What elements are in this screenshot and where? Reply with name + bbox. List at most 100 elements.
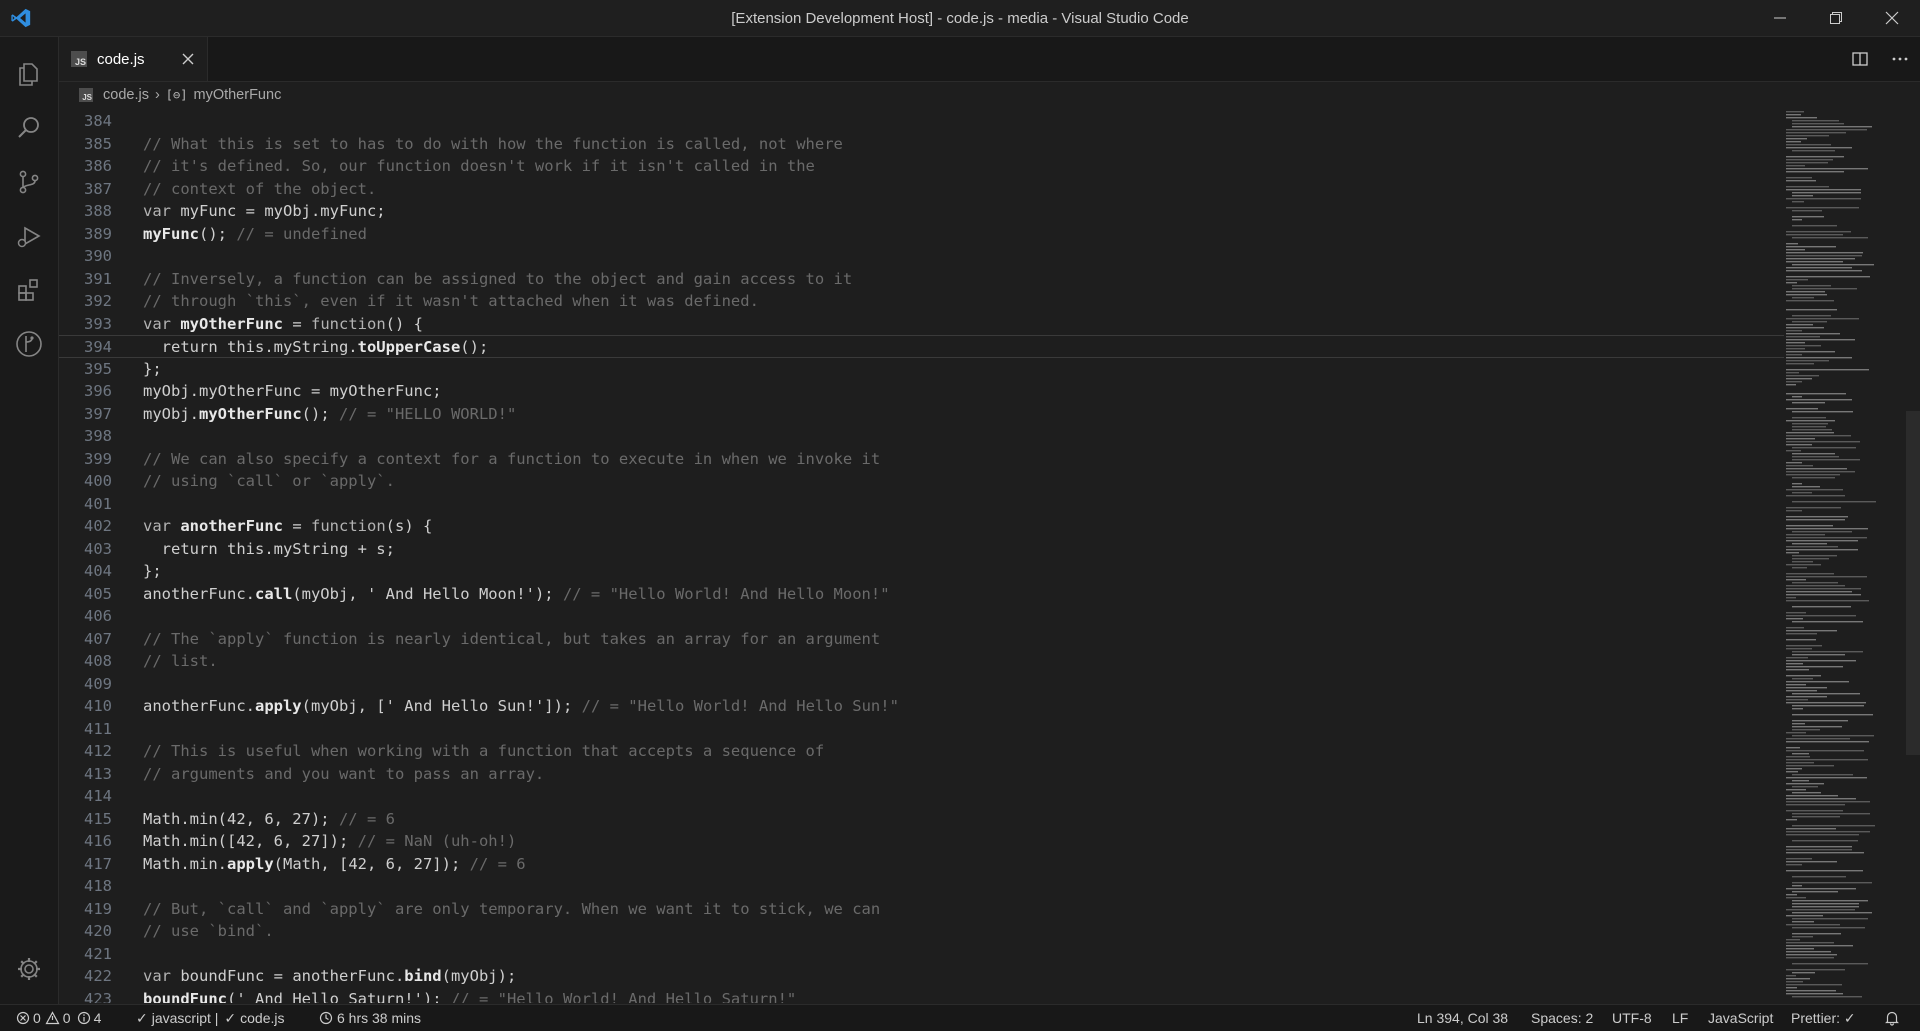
language-mode[interactable]: JavaScript: [1708, 1005, 1773, 1031]
line-number[interactable]: 413: [59, 763, 112, 786]
line-number[interactable]: 398: [59, 425, 112, 448]
code-line[interactable]: 385 // What this is set to has to do with…: [59, 133, 1784, 156]
line-number[interactable]: 384: [59, 110, 112, 133]
extensions-button[interactable]: [0, 262, 58, 318]
line-number[interactable]: 403: [59, 538, 112, 561]
indentation[interactable]: Spaces: 2: [1531, 1005, 1593, 1031]
line-number[interactable]: 422: [59, 965, 112, 988]
line-number[interactable]: 404: [59, 560, 112, 583]
source-control-button[interactable]: [0, 154, 58, 210]
line-number[interactable]: 416: [59, 830, 112, 853]
line-number[interactable]: 406: [59, 605, 112, 628]
encoding[interactable]: UTF-8: [1612, 1005, 1652, 1031]
code-line[interactable]: 400 // using `call` or `apply`.: [59, 470, 1784, 493]
vscode-logo-icon[interactable]: [10, 7, 32, 29]
code-line[interactable]: 414: [59, 785, 1784, 808]
search-button[interactable]: [0, 100, 58, 156]
code-line[interactable]: 394 return this.myString.toUpperCase();: [59, 335, 1784, 358]
line-number[interactable]: 418: [59, 875, 112, 898]
line-number[interactable]: 412: [59, 740, 112, 763]
code-line[interactable]: 411: [59, 718, 1784, 741]
line-number[interactable]: 408: [59, 650, 112, 673]
line-number[interactable]: 385: [59, 133, 112, 156]
line-number[interactable]: 423: [59, 988, 112, 1004]
code-line[interactable]: 395};: [59, 358, 1784, 381]
language-status[interactable]: ✓ javascript | ✓ code.js: [136, 1005, 285, 1031]
tab-close-button[interactable]: [179, 50, 197, 68]
line-number[interactable]: 388: [59, 200, 112, 223]
code-line[interactable]: 419 // But, `call` and `apply` are only t…: [59, 898, 1784, 921]
code-line[interactable]: 418: [59, 875, 1784, 898]
close-window-button[interactable]: [1864, 0, 1920, 36]
code-line[interactable]: 407 // The `apply` function is nearly ide…: [59, 628, 1784, 651]
line-number[interactable]: 396: [59, 380, 112, 403]
line-number[interactable]: 419: [59, 898, 112, 921]
time-tracker[interactable]: 6 hrs 38 mins: [319, 1005, 421, 1031]
split-editor-button[interactable]: [1840, 37, 1880, 81]
line-number[interactable]: 387: [59, 178, 112, 201]
code-line[interactable]: 391 // Inversely, a function can be assig…: [59, 268, 1784, 291]
line-number[interactable]: 421: [59, 943, 112, 966]
line-number[interactable]: 397: [59, 403, 112, 426]
line-number[interactable]: 407: [59, 628, 112, 651]
line-number[interactable]: 395: [59, 358, 112, 381]
line-number[interactable]: 415: [59, 808, 112, 831]
cursor-position[interactable]: Ln 394, Col 38: [1417, 1005, 1508, 1031]
line-number[interactable]: 399: [59, 448, 112, 471]
code-line[interactable]: 405 anotherFunc.call(myObj, ' And Hello M…: [59, 583, 1784, 606]
line-number[interactable]: 402: [59, 515, 112, 538]
code-line[interactable]: 413 // arguments and you want to pass an …: [59, 763, 1784, 786]
line-number[interactable]: 391: [59, 268, 112, 291]
line-number[interactable]: 414: [59, 785, 112, 808]
code-line[interactable]: 412 // This is useful when working with a…: [59, 740, 1784, 763]
code-line[interactable]: 392 // through `this`, even if it wasn't …: [59, 290, 1784, 313]
code-line[interactable]: 420 // use `bind`.: [59, 920, 1784, 943]
code-line[interactable]: 416 Math.min([42, 6, 27]); // = NaN (uh-o…: [59, 830, 1784, 853]
code-line[interactable]: 401: [59, 493, 1784, 516]
code-line[interactable]: 415 Math.min(42, 6, 27); // = 6: [59, 808, 1784, 831]
scrollbar-thumb[interactable]: [1906, 411, 1920, 755]
code-line[interactable]: 390: [59, 245, 1784, 268]
run-debug-button[interactable]: [0, 208, 58, 264]
code-line[interactable]: 421: [59, 943, 1784, 966]
line-number[interactable]: 417: [59, 853, 112, 876]
line-number[interactable]: 392: [59, 290, 112, 313]
manage-button[interactable]: [0, 941, 58, 997]
code-line[interactable]: 422 var boundFunc = anotherFunc.bind(myOb…: [59, 965, 1784, 988]
line-number[interactable]: 420: [59, 920, 112, 943]
breadcrumb-file[interactable]: code.js: [103, 87, 149, 103]
tab-code-js[interactable]: JS code.js: [59, 37, 208, 81]
code-line[interactable]: 410 anotherFunc.apply(myObj, [' And Hello…: [59, 695, 1784, 718]
breadcrumb-symbol[interactable]: myOtherFunc: [193, 87, 281, 103]
git-graph-button[interactable]: [0, 316, 58, 372]
line-number[interactable]: 394: [59, 336, 112, 359]
code-line[interactable]: 423 boundFunc(' And Hello Saturn!'); // =…: [59, 988, 1784, 1004]
end-of-line[interactable]: LF: [1672, 1005, 1688, 1031]
notifications-button[interactable]: [1884, 1005, 1900, 1031]
code-line[interactable]: 384: [59, 110, 1784, 133]
code-line[interactable]: 386 // it's defined. So, our function doe…: [59, 155, 1784, 178]
problems-indicator[interactable]: 0 0 4: [16, 1005, 101, 1031]
code-line[interactable]: 409: [59, 673, 1784, 696]
code-line[interactable]: 397 myObj.myOtherFunc(); // = "HELLO WORL…: [59, 403, 1784, 426]
code-line[interactable]: 406: [59, 605, 1784, 628]
line-number[interactable]: 400: [59, 470, 112, 493]
code-line[interactable]: 408 // list.: [59, 650, 1784, 673]
code-line[interactable]: 387 // context of the object.: [59, 178, 1784, 201]
explorer-button[interactable]: [0, 46, 58, 102]
code-line[interactable]: 399 // We can also specify a context for …: [59, 448, 1784, 471]
code-line[interactable]: 404};: [59, 560, 1784, 583]
minimap[interactable]: [1784, 109, 1920, 1003]
code-editor[interactable]: 384 385 // What this is set to has to do w…: [59, 109, 1784, 1003]
code-line[interactable]: 398: [59, 425, 1784, 448]
code-line[interactable]: 403 return this.myString + s;: [59, 538, 1784, 561]
line-number[interactable]: 405: [59, 583, 112, 606]
code-line[interactable]: 393 var myOtherFunc = function() {: [59, 313, 1784, 336]
code-line[interactable]: 417 Math.min.apply(Math, [42, 6, 27]); //…: [59, 853, 1784, 876]
line-number[interactable]: 411: [59, 718, 112, 741]
minimize-button[interactable]: [1752, 0, 1808, 36]
line-number[interactable]: 393: [59, 313, 112, 336]
code-line[interactable]: 388 var myFunc = myObj.myFunc;: [59, 200, 1784, 223]
line-number[interactable]: 389: [59, 223, 112, 246]
line-number[interactable]: 409: [59, 673, 112, 696]
